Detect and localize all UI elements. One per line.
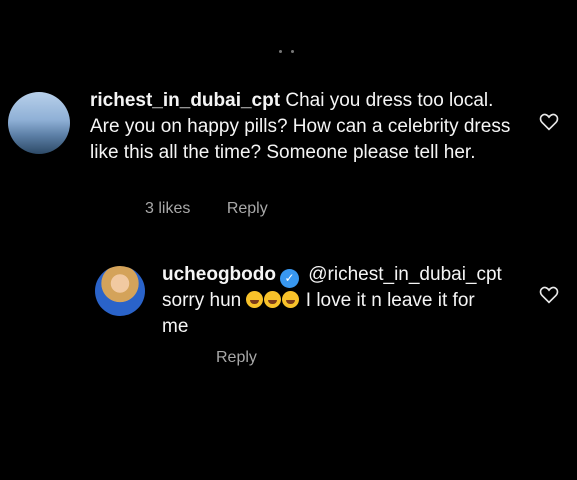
laughing-tears-emoji-icon	[264, 291, 282, 308]
comment-item: richest_in_dubai_cpt Chai you dress too …	[8, 88, 568, 228]
avatar[interactable]	[95, 266, 145, 316]
reply-text: sorry hun	[162, 290, 242, 311]
reply-item: ucheogbodo ✓ @richest_in_dubai_cpt sorry …	[95, 262, 568, 372]
reply-body: ucheogbodo ✓ @richest_in_dubai_cpt sorry …	[162, 262, 502, 340]
emoji-laughing-tears-group	[246, 290, 300, 311]
like-heart-icon[interactable]	[539, 286, 559, 304]
reply-button[interactable]: Reply	[216, 349, 257, 366]
laughing-tears-emoji-icon	[282, 291, 300, 308]
likes-count[interactable]: 3 likes	[145, 200, 190, 217]
drag-handle[interactable]	[276, 48, 300, 54]
comment-body: richest_in_dubai_cpt Chai you dress too …	[90, 88, 520, 166]
like-heart-icon[interactable]	[539, 113, 559, 131]
reply-username[interactable]: ucheogbodo	[162, 264, 276, 285]
mention-link[interactable]: @richest_in_dubai_cpt	[308, 264, 502, 285]
laughing-tears-emoji-icon	[246, 291, 264, 308]
comment-meta: 3 likes Reply	[145, 200, 268, 218]
reply-meta: Reply	[216, 349, 257, 367]
verified-badge-icon: ✓	[279, 269, 299, 288]
comment-username[interactable]: richest_in_dubai_cpt	[90, 90, 280, 111]
avatar[interactable]	[8, 92, 70, 154]
reply-button[interactable]: Reply	[227, 200, 268, 217]
